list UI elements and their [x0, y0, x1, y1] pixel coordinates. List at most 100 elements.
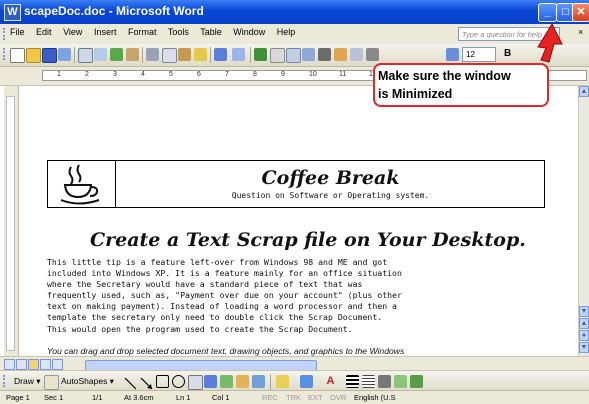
font-color-icon[interactable]: A	[324, 375, 337, 388]
menu-file[interactable]: File	[10, 27, 25, 37]
print-preview-icon[interactable]	[94, 48, 107, 61]
help-search-input[interactable]: Type a question for help	[458, 27, 560, 41]
open-icon[interactable]	[26, 48, 41, 63]
line-color-icon[interactable]	[300, 375, 313, 388]
callout-line-1: Make sure the window	[378, 69, 511, 83]
format-painter-icon[interactable]	[194, 48, 207, 61]
draw-menu-button[interactable]: Draw ▾	[14, 376, 40, 387]
title-bar[interactable]: W scapeDoc.doc - Microsoft Word _ □ ✕	[0, 0, 589, 24]
drawing-icon[interactable]	[334, 48, 347, 61]
normal-view-icon[interactable]	[4, 359, 15, 370]
diagram-icon[interactable]	[220, 375, 233, 388]
ruler-number: 9	[281, 71, 285, 78]
arrow-style-icon[interactable]	[378, 375, 391, 388]
status-trk[interactable]: TRK	[286, 393, 301, 402]
picture-icon[interactable]	[252, 375, 265, 388]
shadow-style-icon[interactable]	[394, 375, 407, 388]
autoshapes-button[interactable]: AutoShapes ▾	[61, 376, 114, 387]
show-hide-icon[interactable]	[366, 48, 379, 61]
horizontal-scrollbar[interactable]	[0, 356, 589, 371]
save-icon[interactable]	[42, 48, 57, 63]
status-at: At 3.6cm	[124, 393, 154, 402]
print-icon[interactable]	[78, 48, 93, 63]
bold-button[interactable]: B	[504, 48, 511, 59]
line-style-icon[interactable]	[346, 375, 359, 388]
menu-items: File Edit View Insert Format Tools Table…	[10, 27, 304, 37]
cut-icon[interactable]	[146, 48, 159, 61]
permission-icon[interactable]	[58, 48, 71, 61]
fill-color-icon[interactable]	[276, 375, 289, 388]
vertical-ruler[interactable]	[4, 86, 19, 356]
ruler-number: 3	[113, 71, 117, 78]
wordart-icon[interactable]	[204, 375, 217, 388]
text-box-icon[interactable]	[188, 375, 203, 390]
copy-icon[interactable]	[162, 48, 177, 63]
body-line: where the Secretary would have a standar…	[47, 279, 363, 290]
spelling-icon[interactable]	[110, 48, 123, 61]
drawbar-grip-icon	[3, 375, 8, 387]
arrow-tool-icon[interactable]	[140, 375, 153, 390]
menu-window[interactable]: Window	[233, 27, 265, 37]
minimize-button[interactable]: _	[538, 3, 557, 22]
menu-tools[interactable]: Tools	[168, 27, 189, 37]
insert-excel-icon[interactable]	[302, 48, 315, 61]
word-app-icon[interactable]: W	[4, 4, 21, 21]
status-ovr[interactable]: OVR	[330, 393, 346, 402]
status-ext[interactable]: EXT	[308, 393, 323, 402]
scroll-up-icon[interactable]: ▲	[579, 86, 589, 97]
previous-page-icon[interactable]: ▲	[579, 318, 589, 329]
menu-table[interactable]: Table	[200, 27, 222, 37]
document-close-icon[interactable]: ×	[578, 27, 583, 37]
style-icon[interactable]	[446, 48, 459, 61]
close-button[interactable]: ✕	[572, 3, 589, 22]
dash-style-icon[interactable]	[362, 375, 375, 388]
status-line: Ln 1	[176, 393, 191, 402]
drawing-toolbar: Draw ▾ AutoShapes ▾ A	[0, 370, 589, 391]
font-size-field[interactable]: 12	[462, 47, 496, 62]
line-icon[interactable]	[124, 375, 137, 390]
columns-icon[interactable]	[318, 48, 331, 61]
redo-icon[interactable]	[232, 48, 245, 61]
menu-grip-icon	[3, 28, 8, 40]
menu-help[interactable]: Help	[277, 27, 296, 37]
document-map-icon[interactable]	[350, 48, 363, 61]
header-subtitle: Question on Software or Operating system…	[231, 191, 430, 200]
reading-view-icon[interactable]	[40, 359, 51, 370]
rectangle-icon[interactable]	[156, 375, 169, 388]
paste-icon[interactable]	[178, 48, 191, 61]
outline-view-icon[interactable]	[52, 359, 63, 370]
print-layout-view-icon[interactable]	[28, 359, 39, 370]
scroll-down-icon[interactable]: ▼	[579, 306, 589, 317]
menu-format[interactable]: Format	[128, 27, 157, 37]
hyperlink-icon[interactable]	[254, 48, 267, 61]
clip-art-icon[interactable]	[236, 375, 249, 388]
status-language: English (U.S	[354, 393, 396, 402]
body-paragraph: This little tip is a feature left-over f…	[47, 257, 567, 335]
callout-line-2: is Minimized	[378, 87, 453, 101]
tables-borders-icon[interactable]	[270, 48, 285, 63]
status-page: Page 1	[6, 393, 30, 402]
select-browse-object-icon[interactable]: ●	[579, 330, 589, 341]
undo-icon[interactable]	[214, 48, 227, 61]
ruler-number: 2	[85, 71, 89, 78]
menu-view[interactable]: View	[63, 27, 82, 37]
status-rec[interactable]: REC	[262, 393, 278, 402]
3d-style-icon[interactable]	[410, 375, 423, 388]
select-objects-icon[interactable]	[44, 375, 59, 390]
ruler-number: 1	[57, 71, 61, 78]
vertical-scrollbar[interactable]: ▲ ▼ ▲ ● ▼	[578, 86, 589, 356]
new-icon[interactable]	[10, 48, 25, 63]
insert-table-icon[interactable]	[286, 48, 301, 63]
status-section: Sec 1	[44, 393, 64, 402]
menu-insert[interactable]: Insert	[94, 27, 117, 37]
ruler-number: 11	[339, 71, 347, 78]
research-icon[interactable]	[126, 48, 139, 61]
body-line: This little tip is a feature left-over f…	[47, 257, 388, 267]
oval-icon[interactable]	[172, 375, 185, 388]
web-view-icon[interactable]	[16, 359, 27, 370]
body-line: frequently used, such as, "Payment over …	[47, 290, 402, 301]
menu-edit[interactable]: Edit	[36, 27, 52, 37]
next-page-icon[interactable]: ▼	[579, 342, 589, 353]
window-title: scapeDoc.doc - Microsoft Word	[24, 4, 204, 18]
ruler-number: 7	[225, 71, 229, 78]
